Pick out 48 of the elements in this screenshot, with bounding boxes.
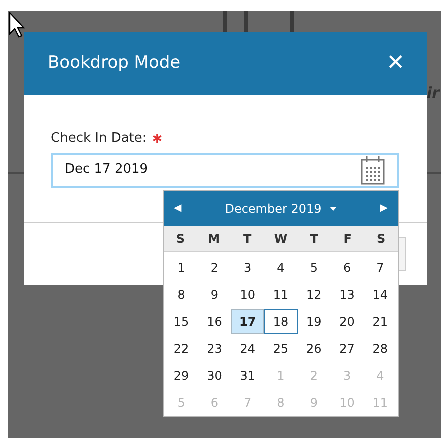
date-input-field[interactable]: Dec 17 2019 [51,152,399,188]
calendar-day[interactable]: 14 [364,282,397,307]
close-button[interactable]: ✕ [386,52,405,74]
field-label: Check In Date: [51,130,147,148]
calendar-day[interactable]: 7 [364,255,397,280]
calendar-icon[interactable] [361,155,385,185]
calendar-day[interactable]: 24 [231,336,264,361]
calendar-day[interactable]: 26 [298,336,331,361]
weekday-header: F [342,230,353,248]
calendar-day[interactable]: 23 [198,336,232,361]
next-month-button[interactable]: ▶ [380,201,388,216]
weekday-header: S [175,230,186,248]
calendar-day[interactable]: 6 [330,255,364,280]
calendar-day[interactable]: 10 [231,282,264,307]
calendar-day[interactable]: 4 [264,255,298,280]
calendar-day[interactable]: 15 [165,309,198,334]
weekday-header: T [309,230,320,248]
month-selector[interactable]: December 2019 [225,200,337,218]
weekday-header: S [376,230,387,248]
calendar-day[interactable]: 20 [330,309,364,334]
calendar-day[interactable]: 11 [264,282,298,307]
weekday-header: W [273,230,289,248]
calendar-day[interactable]: 9 [198,282,232,307]
calendar-day[interactable]: 18 [264,309,298,334]
calendar-day[interactable]: 8 [165,282,198,307]
calendar-day[interactable]: 1 [165,255,198,280]
calendar-day[interactable]: 31 [231,363,264,388]
calendar-day[interactable]: 12 [298,282,331,307]
calendar-day[interactable]: 30 [198,363,232,388]
weekday-header: M [207,230,222,248]
calendar-day[interactable]: 13 [330,282,364,307]
dialog-title: Bookdrop Mode [48,52,181,75]
calendar-day[interactable]: 22 [165,336,198,361]
calendar-day[interactable]: 28 [364,336,397,361]
weekday-header: T [242,230,253,248]
previous-month-button[interactable]: ◀ [174,201,182,216]
calendar-day[interactable]: 5 [298,255,331,280]
calendar-day[interactable]: 29 [165,363,198,388]
mouse-pointer-icon [9,12,25,38]
calendar-day[interactable]: 2 [198,255,232,280]
calendar-day[interactable]: 16 [198,309,232,334]
calendar-day[interactable]: 27 [330,336,364,361]
calendar-day[interactable]: 19 [298,309,331,334]
calendar-day[interactable]: 21 [364,309,397,334]
calendar-day[interactable]: 17 [231,309,264,334]
calendar-day[interactable]: 3 [231,255,264,280]
caret-icon [330,206,337,210]
calendar-day[interactable]: 25 [264,336,298,361]
